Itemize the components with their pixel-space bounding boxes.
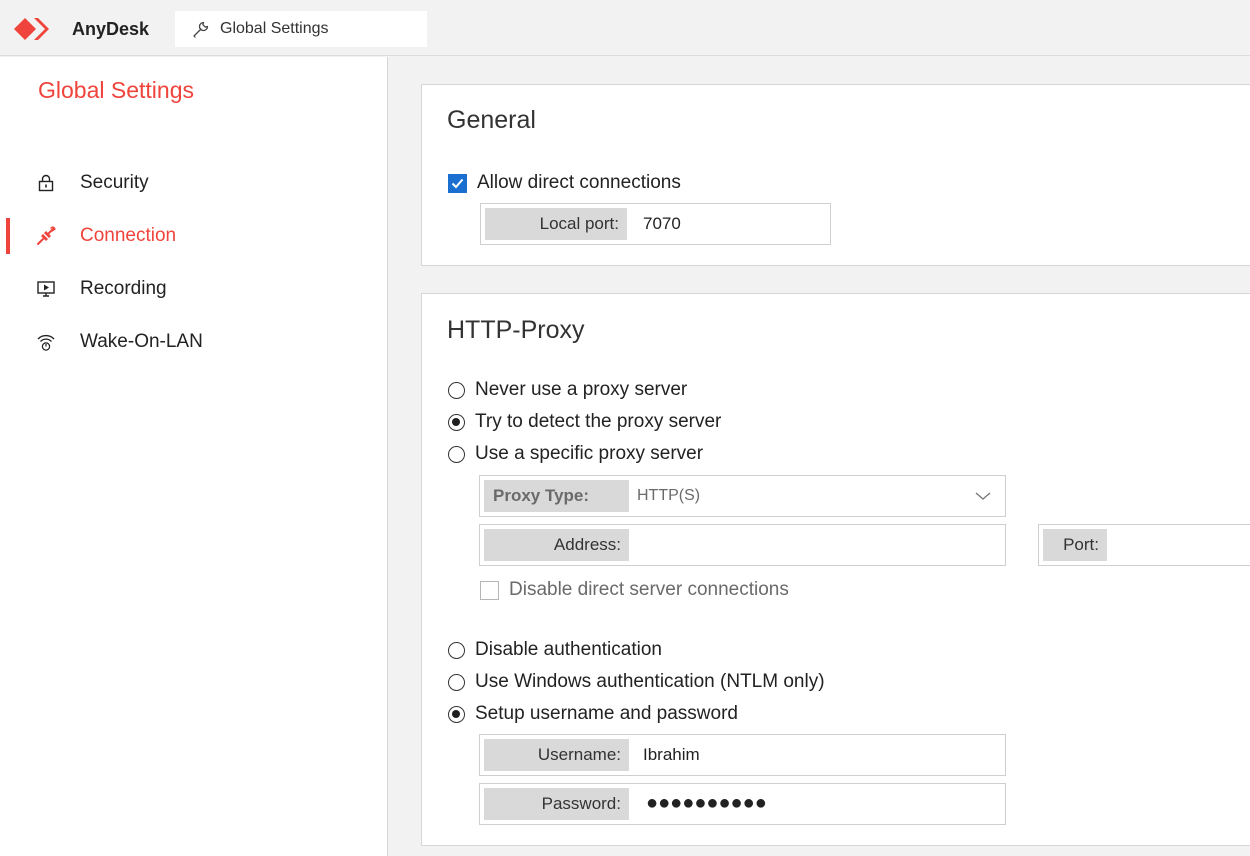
lock-icon [38, 174, 54, 192]
sidebar-item-wake-on-lan[interactable]: Wake-On-LAN [0, 322, 386, 362]
field-label: Proxy Type: [484, 480, 629, 512]
radio-icon [448, 641, 465, 659]
sidebar-item-label: Security [80, 172, 149, 193]
radio-label: Use Windows authentication (NTLM only) [475, 671, 825, 692]
checkbox-label: Allow direct connections [477, 172, 681, 193]
tab-label: Global Settings [220, 20, 329, 37]
field-label: Port: [1043, 529, 1107, 561]
active-indicator [6, 218, 10, 254]
radio-specific-proxy[interactable]: Use a specific proxy server [448, 443, 703, 465]
wake-on-lan-icon [37, 334, 55, 351]
sidebar-title: Global Settings [38, 77, 194, 103]
sidebar-item-recording[interactable]: Recording [0, 269, 386, 309]
checkbox-checked-icon [448, 173, 467, 193]
radio-username-password[interactable]: Setup username and password [448, 703, 738, 725]
anydesk-brand[interactable]: AnyDesk [14, 16, 149, 42]
monitor-play-icon [37, 281, 55, 297]
http-proxy-section: HTTP-Proxy Never use a proxy server Try … [421, 293, 1250, 846]
field-label: Username: [484, 739, 629, 771]
sidebar-item-label: Recording [80, 278, 167, 299]
sidebar-item-label: Wake-On-LAN [80, 331, 203, 352]
sidebar-item-security[interactable]: Security [0, 163, 386, 203]
connection-plug-icon [37, 226, 56, 245]
anydesk-logo-icon [14, 18, 49, 40]
radio-windows-auth[interactable]: Use Windows authentication (NTLM only) [448, 671, 825, 693]
wrench-icon [193, 21, 209, 38]
local-port-field[interactable]: Local port: 7070 [480, 203, 831, 245]
title-bar: AnyDesk Global Settings [0, 0, 1250, 56]
section-title: General [447, 106, 536, 134]
field-label: Local port: [485, 208, 627, 240]
address-field[interactable]: Address: [479, 524, 1006, 566]
password-field[interactable]: Password: ●●●●●●●●●● [479, 783, 1006, 825]
radio-never-use-proxy[interactable]: Never use a proxy server [448, 379, 687, 401]
allow-direct-connections-checkbox[interactable]: Allow direct connections [448, 172, 681, 194]
local-port-input[interactable]: 7070 [643, 214, 681, 234]
radio-disable-auth[interactable]: Disable authentication [448, 639, 662, 661]
radio-label: Try to detect the proxy server [475, 411, 722, 432]
port-field[interactable]: Port: [1038, 524, 1250, 566]
radio-label: Use a specific proxy server [475, 443, 704, 464]
radio-label: Setup username and password [475, 703, 738, 724]
general-section: General Allow direct connections Local p… [421, 84, 1250, 266]
tab-global-settings[interactable]: Global Settings [175, 11, 427, 47]
radio-selected-icon [448, 413, 465, 431]
sidebar-item-connection[interactable]: Connection [0, 216, 386, 256]
field-label: Password: [484, 788, 629, 820]
radio-detect-proxy[interactable]: Try to detect the proxy server [448, 411, 721, 433]
radio-label: Never use a proxy server [475, 379, 688, 400]
password-input[interactable]: ●●●●●●●●●● [646, 792, 767, 815]
section-title: HTTP-Proxy [447, 316, 585, 344]
checkbox-label: Disable direct server connections [509, 579, 789, 600]
field-label: Address: [484, 529, 629, 561]
proxy-type-value: HTTP(S) [637, 487, 701, 504]
chevron-down-icon [975, 492, 991, 500]
sidebar: Global Settings Security Connection Reco… [0, 57, 388, 856]
radio-icon [448, 445, 465, 463]
radio-selected-icon [448, 705, 465, 723]
checkbox-unchecked-icon [480, 580, 499, 600]
username-input[interactable]: Ibrahim [643, 745, 700, 765]
disable-direct-server-checkbox[interactable]: Disable direct server connections [480, 579, 789, 601]
radio-label: Disable authentication [475, 639, 662, 660]
username-field[interactable]: Username: Ibrahim [479, 734, 1006, 776]
proxy-type-select[interactable]: Proxy Type: HTTP(S) [479, 475, 1006, 517]
brand-name: AnyDesk [72, 18, 150, 39]
sidebar-item-label: Connection [80, 225, 177, 246]
radio-icon [448, 673, 465, 691]
radio-icon [448, 381, 465, 399]
